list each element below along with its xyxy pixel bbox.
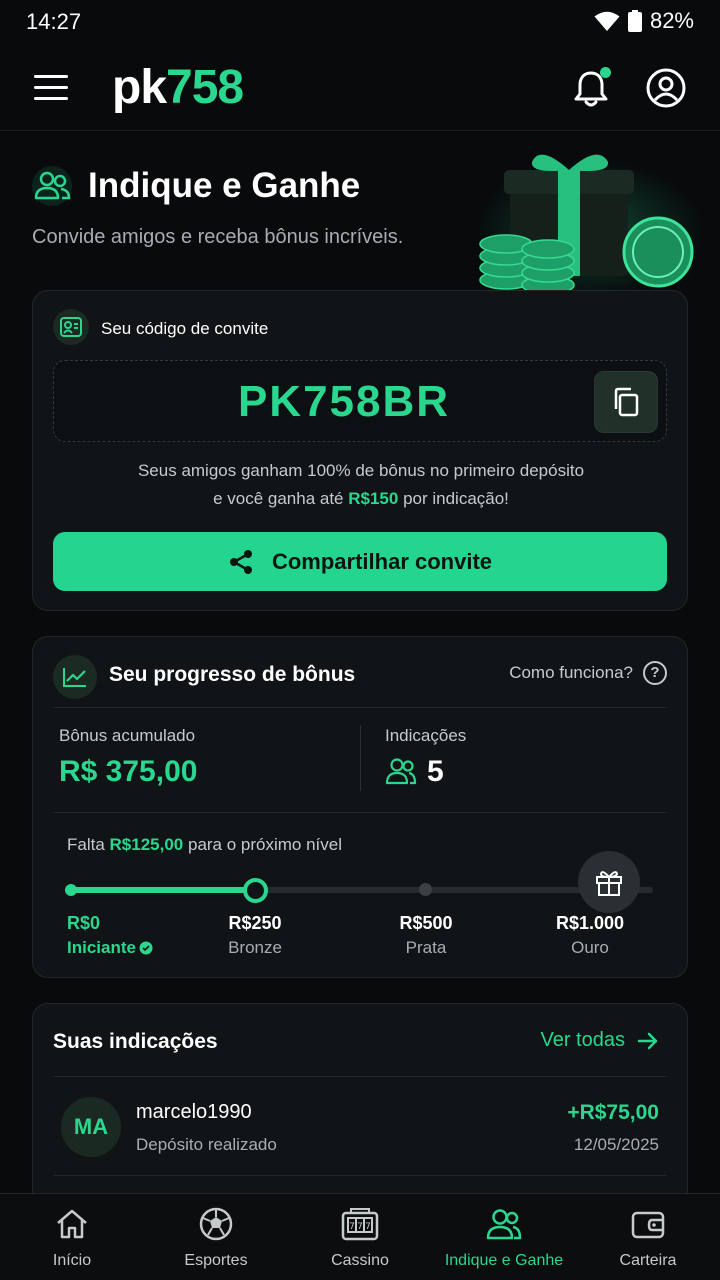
wifi-icon: [594, 11, 620, 31]
nav-label: Cassino: [331, 1252, 389, 1269]
see-all-link[interactable]: Ver todas: [540, 1029, 659, 1052]
status-icons: 82%: [594, 8, 694, 34]
progress-track: [69, 887, 653, 893]
svg-text:7: 7: [365, 1222, 371, 1232]
tier-name: Bronze: [228, 938, 282, 957]
bottom-nav: Início Esportes 7 7 7 Cassino Indique e …: [0, 1193, 720, 1280]
svg-text:7: 7: [349, 1222, 355, 1232]
stats-divider: [360, 725, 361, 791]
svg-text:7: 7: [357, 1222, 363, 1232]
logo[interactable]: pk758: [112, 60, 244, 115]
invite-desc-line2: e você ganha até R$150 por indicação!: [213, 489, 509, 508]
invite-desc-line1: Seus amigos ganham 100% de bônus no prim…: [137, 461, 585, 480]
nav-item-inicio[interactable]: Início: [0, 1194, 144, 1280]
tier-bronze: R$250 Bronze: [195, 913, 315, 958]
status-bar: 14:27 82%: [0, 0, 720, 44]
accumulated-bonus-value: R$ 375,00: [59, 755, 198, 788]
how-it-works-label: Como funciona?: [509, 663, 633, 682]
progress-knob[interactable]: [243, 878, 268, 903]
next-level-amount: R$125,00: [109, 835, 184, 854]
nav-item-esportes[interactable]: Esportes: [144, 1194, 288, 1280]
tier-name: Prata: [405, 938, 447, 957]
gift-coins-illustration: [475, 154, 700, 295]
tier-iniciante: R$0 Iniciante: [67, 913, 187, 958]
bonus-progress-card: Seu progresso de bônus Como funciona? ? …: [32, 636, 688, 978]
divider: [53, 707, 667, 708]
users-icon: [32, 166, 72, 206]
tier-value: R$500: [399, 913, 453, 933]
nav-label: Início: [52, 1252, 92, 1269]
see-all-label: Ver todas: [540, 1029, 625, 1051]
progress-start-dot: [65, 884, 77, 896]
user-icon[interactable]: [646, 68, 686, 108]
invite-code-box: PK758BR: [53, 360, 667, 442]
avatar: MA: [61, 1097, 121, 1157]
how-it-works-link[interactable]: Como funciona? ?: [509, 661, 667, 685]
nav-item-indique-e-ganhe[interactable]: Indique e Ganhe: [432, 1194, 576, 1280]
logo-num: 758: [166, 61, 244, 114]
next-level-text: Falta R$125,00 para o próximo nível: [67, 835, 343, 854]
invite-code-icon: [53, 309, 89, 345]
copy-code-button[interactable]: [594, 371, 658, 433]
battery-icon: [627, 10, 642, 32]
home-icon: [57, 1209, 87, 1239]
gift-icon: [578, 851, 640, 913]
nav-label: Esportes: [184, 1252, 248, 1269]
progress-title: Seu progresso de bônus: [109, 663, 356, 686]
invite-code: PK758BR: [237, 377, 451, 426]
soccer-ball-icon: [199, 1207, 233, 1241]
tier-value: R$0: [67, 913, 101, 933]
page-subtitle: Convide amigos e receba bônus incríveis.: [32, 226, 404, 248]
referral-amount: +R$75,00: [567, 1101, 659, 1124]
progress-dot-prata: [419, 883, 432, 896]
referrals-count-value: 5: [427, 755, 444, 788]
referral-date: 12/05/2025: [573, 1135, 659, 1154]
tier-ouro: R$1.000 Ouro: [530, 913, 650, 958]
menu-icon[interactable]: [34, 75, 68, 101]
tier-name: Iniciante: [67, 938, 187, 958]
verified-icon: [139, 941, 153, 955]
logo-pk: pk: [112, 61, 167, 114]
referrals-count-label: Indicações: [385, 726, 467, 745]
nav-label: Carteira: [619, 1252, 677, 1269]
chart-icon: [53, 655, 97, 699]
invite-description: Seus amigos ganham 100% de bônus no prim…: [33, 457, 689, 513]
referral-status: Depósito realizado: [136, 1135, 277, 1154]
nav-label: Indique e Ganhe: [444, 1252, 564, 1269]
copy-icon: [614, 387, 639, 417]
help-icon: ?: [643, 661, 667, 685]
tier-value: R$1.000: [555, 913, 625, 933]
nav-item-cassino[interactable]: 7 7 7 Cassino: [288, 1194, 432, 1280]
tier-value: R$250: [228, 913, 282, 933]
share-invite-label: Compartilhar convite: [271, 548, 493, 574]
wallet-icon: [631, 1211, 665, 1239]
users-icon: [385, 758, 417, 785]
tier-prata: R$500 Prata: [366, 913, 486, 958]
arrow-right-icon: [637, 1032, 658, 1049]
referral-name: marcelo1990: [136, 1101, 252, 1123]
users-icon: [486, 1209, 522, 1240]
page-title: Indique e Ganhe: [88, 166, 361, 205]
share-invite-button[interactable]: Compartilhar convite: [53, 532, 667, 591]
share-icon: [229, 549, 252, 574]
battery-percent: 82%: [649, 8, 694, 33]
progress-fill: [69, 887, 256, 893]
divider: [53, 812, 667, 813]
status-time: 14:27: [26, 9, 82, 34]
invite-bonus-amount: R$150: [348, 489, 399, 508]
tier-name: Ouro: [571, 938, 609, 957]
referral-row[interactable]: MA marcelo1990 Depósito realizado +R$75,…: [53, 1076, 667, 1176]
app-header: pk758: [0, 44, 720, 131]
slot-machine-icon: 7 7 7: [341, 1208, 379, 1241]
invite-code-label: Seu código de convite: [101, 319, 269, 338]
accumulated-bonus-label: Bônus acumulado: [59, 726, 196, 745]
referrals-title: Suas indicações: [53, 1030, 218, 1053]
invite-card: Seu código de convite PK758BR Seus amigo…: [32, 290, 688, 611]
nav-item-carteira[interactable]: Carteira: [576, 1194, 720, 1280]
notification-dot: [600, 67, 611, 78]
